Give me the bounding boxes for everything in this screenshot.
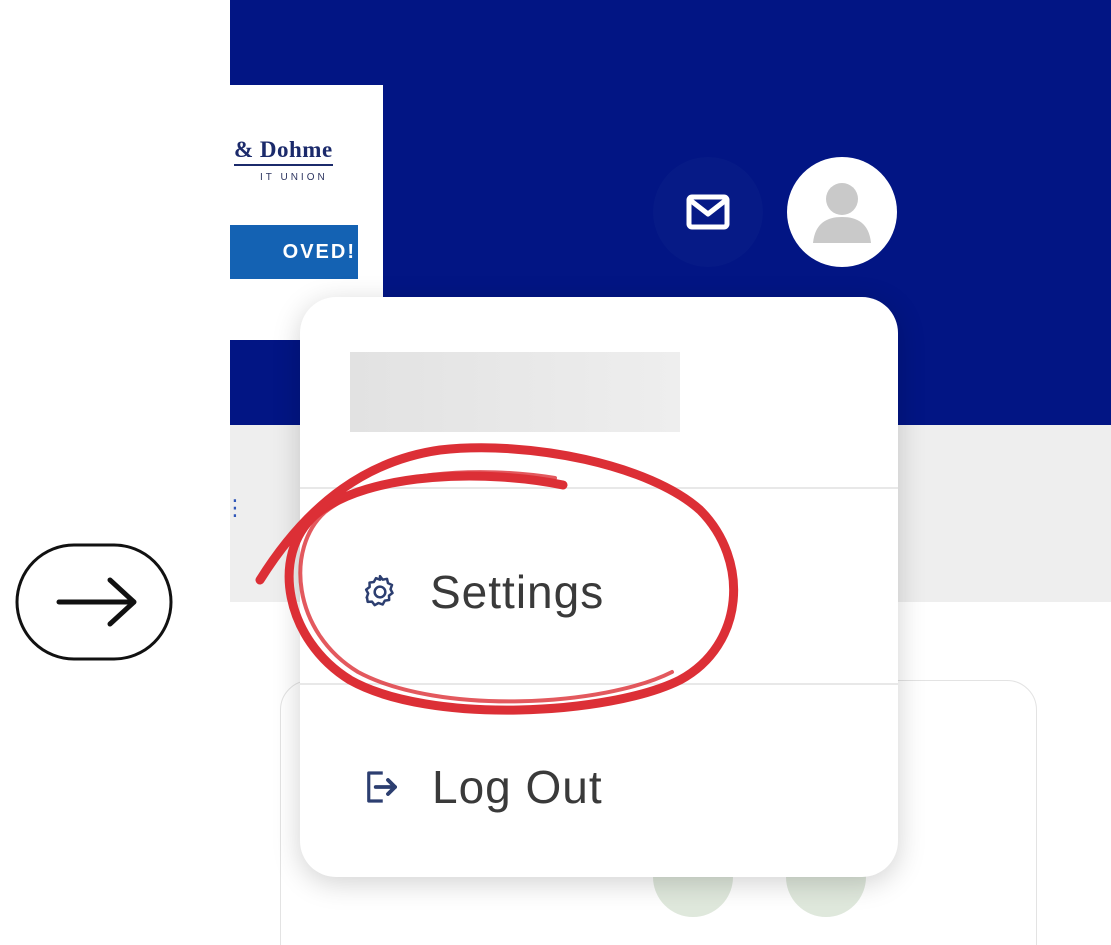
nav-fragment-icon: ⋮ — [230, 495, 246, 520]
menu-divider — [300, 487, 898, 489]
menu-item-label: Log Out — [432, 761, 603, 813]
promo-banner[interactable]: OVED! — [230, 225, 358, 279]
gear-icon — [364, 574, 394, 607]
profile-dropdown-menu: Settings Log Out — [300, 297, 898, 877]
menu-divider — [300, 683, 898, 685]
menu-item-logout[interactable]: Log Out — [360, 747, 603, 827]
tutorial-screenshot: & Dohme IT UNION OVED! ⋮ Settings Log Ou… — [0, 0, 1111, 945]
envelope-icon — [686, 194, 730, 230]
app-screenshot: & Dohme IT UNION OVED! ⋮ Settings Log Ou… — [230, 0, 1111, 945]
arrow-right-circle-icon — [15, 543, 173, 661]
logo-name: & Dohme — [234, 137, 333, 166]
user-silhouette-icon — [813, 183, 871, 243]
menu-item-settings[interactable]: Settings — [360, 552, 604, 632]
logo-subtitle: IT UNION — [260, 172, 328, 183]
user-name-redacted — [350, 352, 680, 432]
messages-button[interactable] — [653, 157, 763, 267]
logout-icon — [367, 771, 397, 803]
menu-item-label: Settings — [430, 566, 605, 618]
profile-avatar-button[interactable] — [787, 157, 897, 267]
